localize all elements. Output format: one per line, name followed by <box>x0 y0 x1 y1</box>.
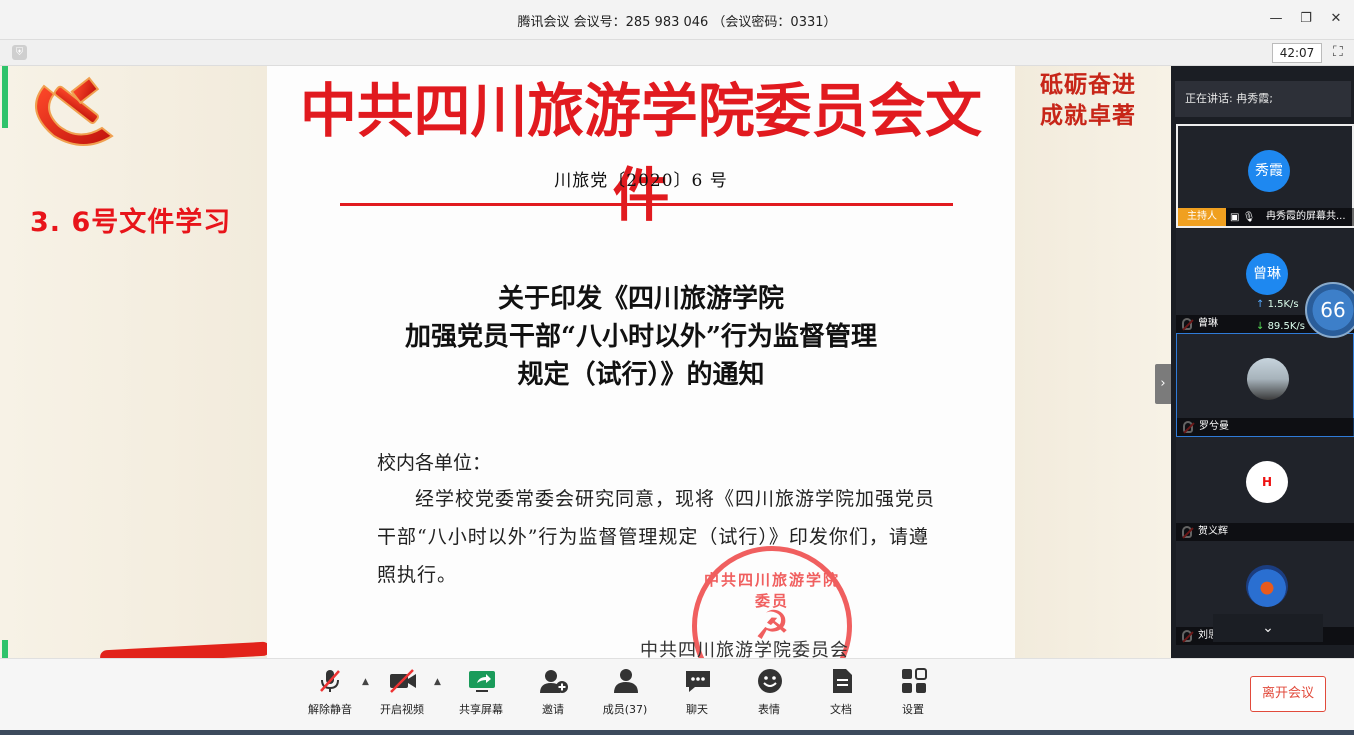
invite-label: 邀请 <box>542 703 564 716</box>
members-icon <box>611 667 639 695</box>
document-icon <box>827 667 855 695</box>
invite-icon <box>539 667 568 695</box>
shared-screen: 3. 6号文件学习 砥砺奋进 成就卓著 中共四川旅游学院委员会文件 川旅党〔20… <box>0 66 1171 658</box>
share-screen-icon <box>467 667 495 695</box>
chat-icon <box>683 667 711 695</box>
document-subject: 关于印发《四川旅游学院 加强党员干部“八小时以外”行为监督管理 规定（试行）》的… <box>267 280 1015 394</box>
meeting-info-bar: ⛨ 42:07 ⛶ <box>0 40 1354 66</box>
control-bar: 解除静音 ▲ 开启视频 ▲ 共享屏幕 邀请 成员(37) 聊天 表情 文档 设置… <box>0 658 1354 735</box>
subject-line-2: 加强党员干部“八小时以外”行为监督管理 <box>405 322 877 352</box>
green-accent-bar <box>2 66 8 128</box>
speaking-indicator: 正在讲话: 冉秀霞; <box>1175 81 1351 117</box>
leave-meeting-button[interactable]: 离开会议 <box>1250 676 1326 712</box>
security-shield-icon[interactable]: ⛨ <box>12 45 27 60</box>
network-gauge: 66 <box>1305 282 1354 338</box>
subject-line-3: 规定（试行）》的通知 <box>517 360 765 390</box>
network-rates: 1.5K/s 89.5K/s <box>1256 294 1305 338</box>
invite-button[interactable]: 邀请 <box>518 667 588 723</box>
share-screen-label: 共享屏幕 <box>459 703 503 716</box>
collapse-panel-chevron-icon[interactable]: › <box>1155 364 1171 404</box>
slogan-line-2: 成就卓著 <box>1040 103 1136 129</box>
green-accent-bar-bottom <box>2 640 8 658</box>
unmute-button[interactable]: 解除静音 <box>295 667 365 723</box>
screen-share-mic-icon: ▣ 🎙 <box>1230 212 1256 223</box>
network-speed-widget[interactable]: 1.5K/s 89.5K/s 66 <box>1250 282 1354 338</box>
participants-panel: 正在讲话: 冉秀霞; 秀霞 冉秀霞的屏幕共... 主持人 ▣ 🎙 曾琳 曾琳 罗… <box>1171 66 1354 658</box>
title-bar: 腾讯会议 会议号：285 983 046 （会议密码：0331） — ❐ ✕ <box>0 0 1354 40</box>
window-controls: — ❐ ✕ <box>1268 9 1344 27</box>
participant-tile[interactable]: 罗兮曼 <box>1176 333 1354 437</box>
emoji-label: 表情 <box>758 703 780 716</box>
restore-icon[interactable]: ❐ <box>1298 9 1314 27</box>
documents-label: 文档 <box>830 703 852 716</box>
start-video-button[interactable]: 开启视频 <box>367 667 437 723</box>
share-screen-button[interactable]: 共享屏幕 <box>446 667 516 723</box>
document-header: 中共四川旅游学院委员会文件 <box>299 77 983 229</box>
unmute-label: 解除静音 <box>308 703 352 716</box>
os-taskbar <box>0 730 1354 735</box>
document-salutation: 校内各单位： <box>377 452 492 474</box>
settings-label: 设置 <box>902 703 924 716</box>
slide-right-background <box>1015 66 1171 658</box>
settings-button[interactable]: 设置 <box>878 667 948 723</box>
avatar: 曾琳 <box>1246 253 1288 295</box>
video-off-icon <box>388 667 416 695</box>
participant-name: 贺义辉 <box>1176 523 1354 541</box>
chat-label: 聊天 <box>686 703 708 716</box>
download-rate: 89.5K/s <box>1256 316 1305 338</box>
meeting-timer: 42:07 <box>1272 43 1322 63</box>
avatar: 秀霞 <box>1248 150 1290 192</box>
emoji-icon <box>755 667 783 695</box>
members-label: 成员(37) <box>602 703 648 716</box>
participant-name: 罗兮曼 <box>1177 418 1354 436</box>
members-button[interactable]: 成员(37) <box>590 667 660 723</box>
start-video-label: 开启视频 <box>380 703 424 716</box>
document-red-rule <box>340 203 953 206</box>
participant-tile[interactable]: 秀霞 冉秀霞的屏幕共... 主持人 ▣ 🎙 <box>1176 124 1354 228</box>
document-body: 经学校党委常委会研究同意，现将《四川旅游学院加强党员干部“八小时以外”行为监督管… <box>377 488 936 586</box>
chat-button[interactable]: 聊天 <box>662 667 732 723</box>
minimize-icon[interactable]: — <box>1268 9 1284 27</box>
settings-icon <box>899 667 927 695</box>
slogan: 砥砺奋进 成就卓著 <box>1040 70 1136 132</box>
expand-list-chevron-down-icon[interactable]: ⌄ <box>1213 614 1323 642</box>
subject-line-1: 关于印发《四川旅游学院 <box>497 284 784 314</box>
emoji-button[interactable]: 表情 <box>734 667 804 723</box>
close-icon[interactable]: ✕ <box>1328 9 1344 27</box>
documents-button[interactable]: 文档 <box>806 667 876 723</box>
participant-tile[interactable]: H 贺义辉 <box>1176 437 1354 541</box>
document-issuer: 中共四川旅游学院委员会 <box>640 640 849 658</box>
video-options-caret-icon[interactable]: ▲ <box>434 677 441 687</box>
document-page: 中共四川旅游学院委员会文件 川旅党〔2020〕6 号 关于印发《四川旅游学院 加… <box>267 66 1015 658</box>
document-number: 川旅党〔2020〕6 号 <box>554 171 728 191</box>
slide-title: 3. 6号文件学习 <box>30 207 232 238</box>
fullscreen-icon[interactable]: ⛶ <box>1333 44 1343 60</box>
avatar: H <box>1246 461 1288 503</box>
host-badge: 主持人 <box>1178 208 1226 226</box>
window-title: 腾讯会议 会议号：285 983 046 （会议密码：0331） <box>517 15 837 30</box>
avatar <box>1247 358 1289 400</box>
muted-mic-icon <box>316 667 344 695</box>
slogan-line-1: 砥砺奋进 <box>1040 72 1136 98</box>
upload-rate: 1.5K/s <box>1256 294 1305 316</box>
avatar <box>1246 565 1288 607</box>
party-emblem-icon <box>35 76 114 146</box>
